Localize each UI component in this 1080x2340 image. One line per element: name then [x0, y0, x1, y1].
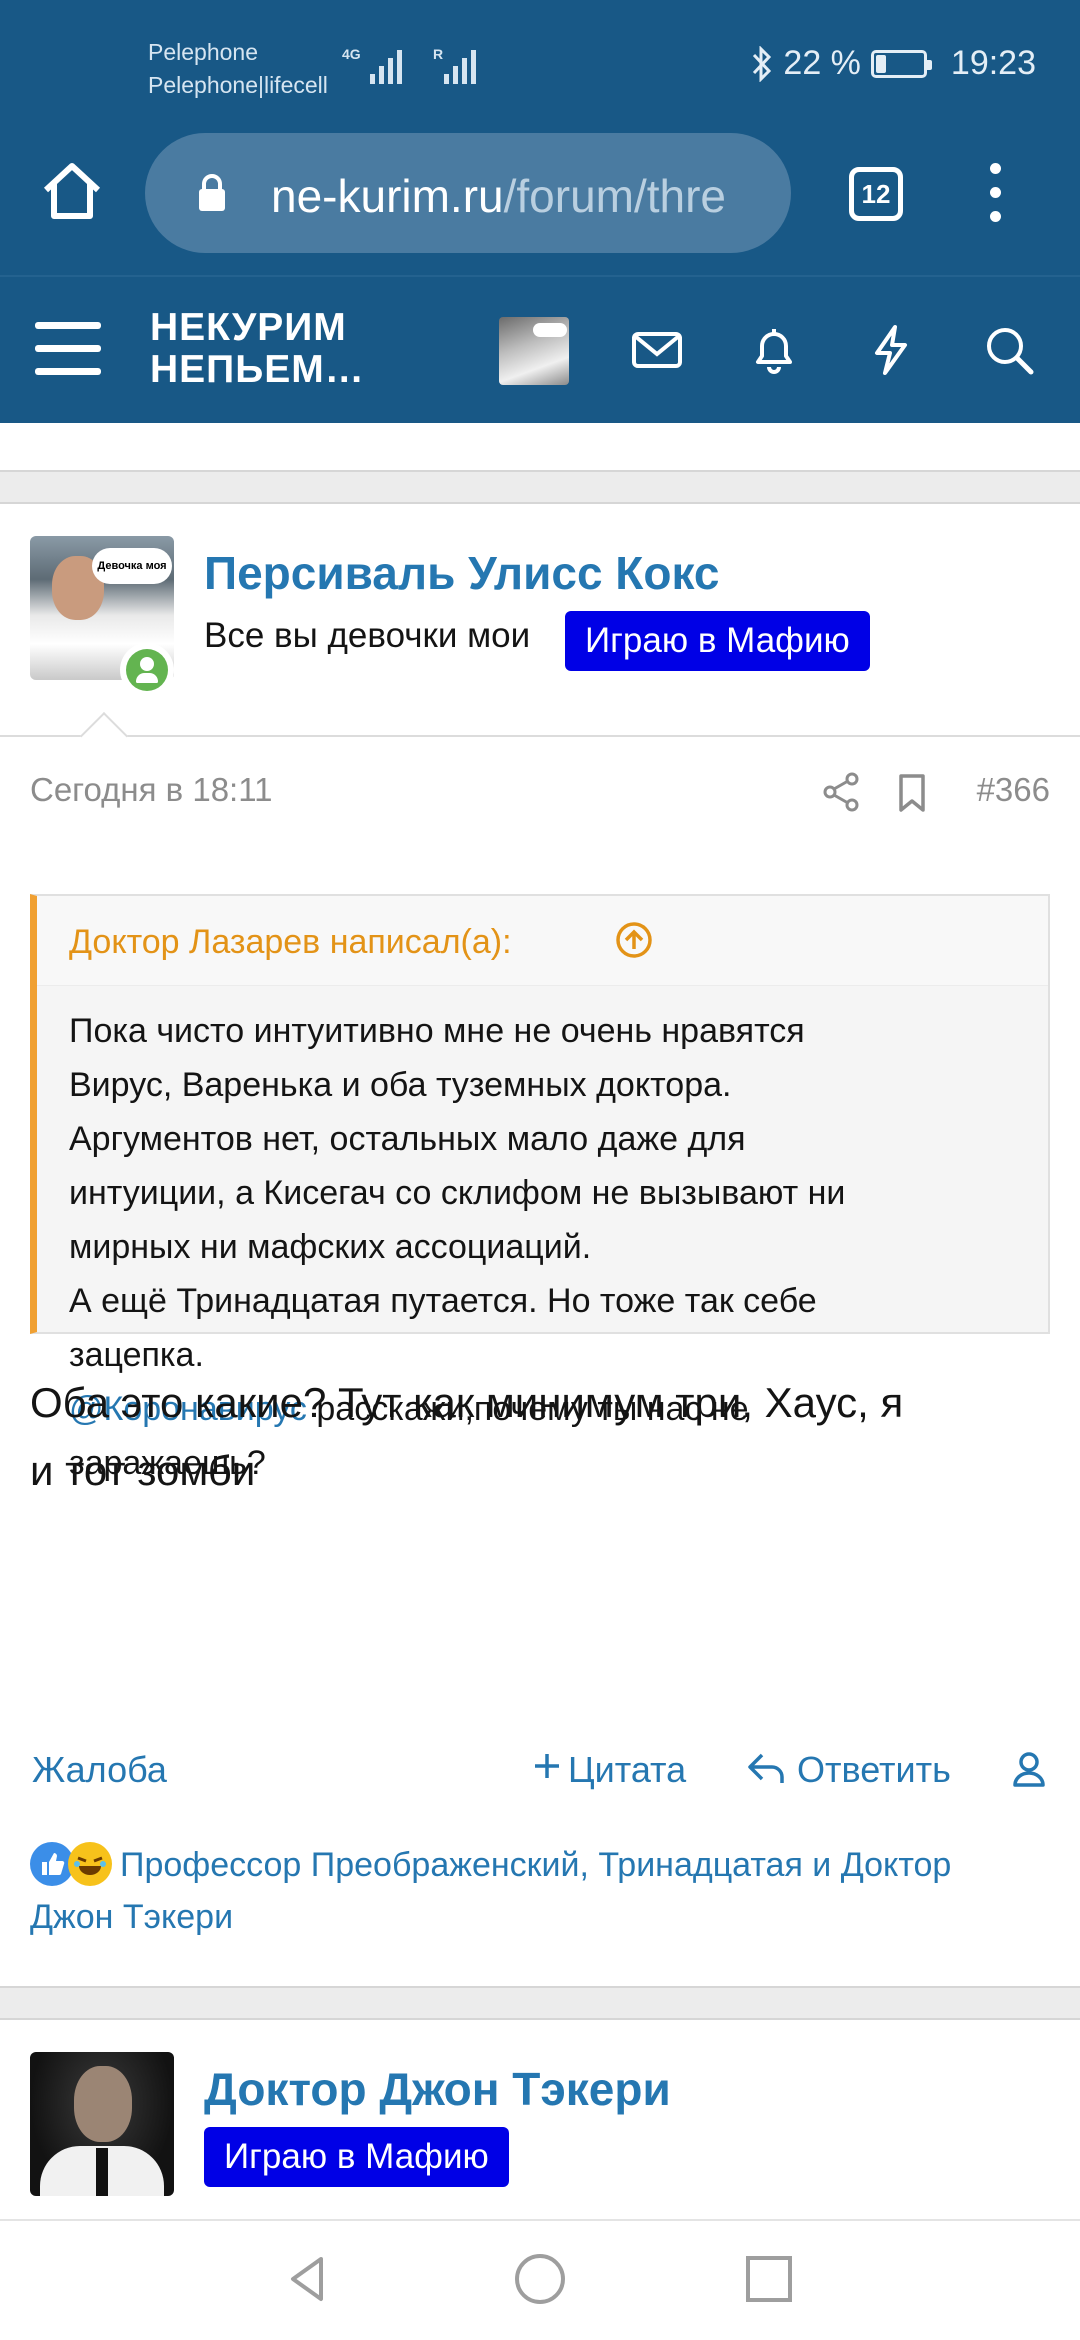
battery-icon — [870, 49, 932, 78]
quote-line: мирных ни мафских ассоциаций. — [69, 1228, 592, 1266]
url-path: /forum/thre — [503, 170, 727, 222]
carrier-info: Pelephone Pelephone|lifecell — [148, 36, 328, 102]
battery-percent: 22 % — [783, 44, 861, 82]
reply-icon[interactable] — [746, 1751, 786, 1787]
post-body: Оба это какие? Тут как минимум три, Хаус… — [30, 1369, 1050, 1505]
signal-icon-2 — [444, 46, 476, 84]
home-icon[interactable] — [40, 160, 104, 224]
user-banner: Играю в Мафию — [204, 2127, 509, 2187]
url-domain: ne-kurim.ru — [271, 170, 504, 222]
quote-line: Пока чисто интуитивно мне не очень нравя… — [69, 1012, 805, 1050]
avatar-pointer — [79, 711, 129, 761]
avatar-speech-bubble: Девочка моя — [92, 548, 172, 584]
avatar[interactable] — [30, 2052, 174, 2196]
post-actions: Жалоба Цитата Ответить — [0, 1741, 1080, 1801]
divider — [0, 735, 1080, 737]
post-text-line: и тот зомби — [30, 1447, 256, 1494]
lock-icon — [199, 174, 225, 211]
system-nav-bar — [0, 2219, 1080, 2340]
back-icon[interactable] — [279, 2249, 339, 2309]
post-separator — [0, 470, 1080, 504]
username[interactable]: Доктор Джон Тэкери — [204, 2062, 671, 2116]
report-link[interactable]: Жалоба — [32, 1749, 167, 1791]
status-bar: Pelephone Pelephone|lifecell 4G R 22 % 1… — [0, 0, 1080, 130]
post-user-header: Доктор Джон Тэкери Играю в Мафию — [0, 2020, 1080, 2219]
post-meta: Сегодня в 18:11 #366 — [0, 761, 1080, 821]
plus-icon[interactable] — [532, 1751, 562, 1781]
carrier-line-2: Pelephone|lifecell — [148, 72, 328, 98]
post-separator — [0, 1986, 1080, 2020]
account-avatar[interactable] — [499, 317, 569, 385]
signal-icon — [370, 46, 402, 84]
post-text-line: Оба это какие? Тут как минимум три, Хаус… — [30, 1379, 904, 1426]
quote-block: Доктор Лазарев написал(а): Пока чисто ин… — [30, 894, 1050, 1482]
online-status-badge — [120, 643, 174, 697]
quote-line: А ещё Тринадцатая путается. Но тоже так … — [69, 1282, 817, 1320]
logo-line-2: НЕПЬЕМ… — [150, 348, 365, 391]
arrow-up-circle-icon[interactable] — [614, 920, 654, 960]
user-title: Все вы девочки мои — [204, 616, 531, 655]
logo-line-1: НЕКУРИМ — [150, 306, 347, 349]
user-banner: Играю в Мафию — [565, 611, 870, 671]
clock: 19:23 — [950, 44, 1036, 82]
site-header: НЕКУРИМ НЕПЬЕМ… — [0, 275, 1080, 423]
username[interactable]: Персиваль Улисс Кокс — [204, 546, 719, 600]
home-circle-icon[interactable] — [510, 2249, 570, 2309]
quote-author[interactable]: Доктор Лазарев написал(а): — [69, 923, 512, 962]
reactions-bar: Профессор Преображенский, Тринадцатая и … — [30, 1839, 1050, 1943]
url-text: ne-kurim.ru/forum/thre — [271, 169, 726, 223]
bell-icon[interactable] — [746, 322, 802, 378]
bluetooth-icon — [753, 45, 772, 82]
reactions-line: Профессор Преображенский, Тринадцатая и … — [30, 1839, 1050, 1891]
quote-line: Вирус, Варенька и оба туземных доктора. — [69, 1066, 732, 1104]
quote-header: Доктор Лазарев написал(а): — [37, 896, 1048, 986]
carrier-line-1: Pelephone — [148, 39, 258, 65]
more-vert-icon[interactable] — [983, 163, 1007, 227]
roaming-label: R — [433, 46, 444, 62]
quote-line: Аргументов нет, остальных мало даже для — [69, 1120, 746, 1158]
quote-link[interactable]: Цитата — [568, 1749, 686, 1791]
bolt-icon[interactable] — [863, 322, 919, 378]
address-bar[interactable]: ne-kurim.ru/forum/thre — [145, 133, 791, 253]
post-date[interactable]: Сегодня в 18:11 — [30, 771, 272, 809]
network-type-label: 4G — [342, 46, 361, 62]
quote-line: интуиции, а Кисегач со склифом не вызыва… — [69, 1174, 846, 1212]
user-icon[interactable] — [1013, 1751, 1045, 1787]
laugh-icon — [68, 1842, 112, 1887]
user-icon — [126, 649, 168, 691]
thread-content: Девочка моя Персиваль Улисс Кокс Все вы … — [0, 423, 1080, 2219]
bookmark-icon[interactable] — [897, 773, 927, 813]
top-chrome: Pelephone Pelephone|lifecell 4G R 22 % 1… — [0, 0, 1080, 423]
post-number[interactable]: #366 — [977, 771, 1050, 809]
post-user-header: Девочка моя Персиваль Улисс Кокс Все вы … — [0, 504, 1080, 697]
site-logo[interactable]: НЕКУРИМ НЕПЬЕМ… — [150, 307, 365, 391]
browser-toolbar: ne-kurim.ru/forum/thre 12 — [0, 130, 1080, 275]
mail-icon[interactable] — [629, 322, 685, 378]
reactions-users-cont[interactable]: Джон Тэкери — [30, 1891, 1050, 1943]
recents-icon[interactable] — [739, 2249, 799, 2309]
share-icon[interactable] — [822, 771, 860, 813]
tabs-icon[interactable]: 12 — [849, 167, 903, 221]
status-right: 22 % 19:23 — [751, 44, 1036, 83]
search-icon[interactable] — [981, 322, 1037, 378]
menu-icon[interactable] — [35, 322, 101, 378]
reply-link[interactable]: Ответить — [797, 1749, 951, 1791]
tab-count: 12 — [861, 178, 891, 209]
battery-fill — [875, 54, 887, 73]
reactions-users[interactable]: Профессор Преображенский, Тринадцатая и … — [120, 1846, 951, 1884]
